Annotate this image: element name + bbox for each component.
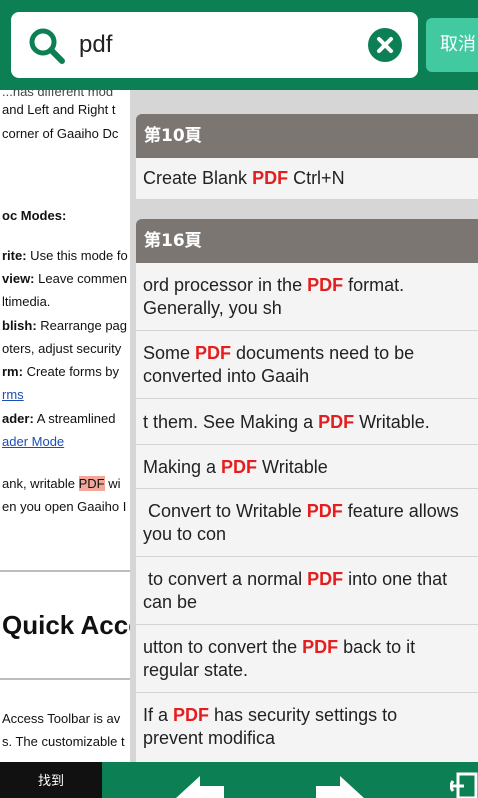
doc-text: Create forms by [22, 364, 120, 379]
result-text: Ctrl+N [288, 168, 345, 188]
result-text: utton to convert the [143, 637, 303, 657]
search-results-panel[interactable]: 第10頁 Create Blank PDF Ctrl+N 第16頁 ord pr… [130, 90, 478, 762]
doc-divider [0, 678, 130, 680]
doc-link[interactable]: rms [2, 387, 24, 402]
result-item[interactable]: Some PDF documents need to be converted … [136, 331, 478, 399]
clear-icon [377, 37, 393, 53]
doc-line: corner of Gaaiho Dc [2, 126, 119, 141]
result-hit: PDF [302, 637, 339, 657]
result-item[interactable]: ord processor in the PDF format. General… [136, 263, 478, 331]
result-group-header[interactable]: 第10頁 [136, 114, 478, 158]
doc-label: ader: [2, 411, 34, 426]
doc-line: Access Toolbar is av [2, 711, 121, 726]
bottom-toolbar: 找到 [0, 762, 478, 798]
doc-divider [0, 570, 130, 572]
document-view: ...has different mod and Left and Right … [0, 90, 130, 762]
exit-icon[interactable] [450, 772, 478, 798]
result-item[interactable]: Making a PDF Writable [136, 445, 478, 489]
result-text: ord processor in the [143, 275, 308, 295]
doc-link[interactable]: ader Mode [2, 434, 64, 449]
doc-line: ader: A streamlined [2, 411, 115, 426]
result-text: Some [143, 343, 196, 363]
doc-line: blish: Rearrange pag [2, 318, 127, 333]
doc-label: rite: [2, 248, 27, 263]
doc-line: oters, adjust security [2, 341, 122, 356]
doc-line: en you open Gaaiho I [2, 499, 127, 514]
doc-text: Leave commen [34, 271, 128, 286]
search-icon [29, 28, 65, 64]
doc-text: wi [104, 476, 121, 491]
result-item[interactable]: t them. See Making a PDF Writable. [136, 399, 478, 445]
doc-label: blish: [2, 318, 37, 333]
arrow-left-icon[interactable] [176, 776, 224, 798]
doc-line: ank, writable PDF wi [2, 476, 120, 491]
result-hit: PDF [252, 168, 289, 188]
result-hit: PDF [221, 457, 258, 477]
result-text: Writable [257, 457, 328, 477]
result-group-label: 第16頁 [144, 231, 202, 251]
doc-line: ltimedia. [2, 294, 51, 309]
result-item[interactable]: utton to convert the PDF back to it regu… [136, 625, 478, 693]
result-text: to convert a normal [143, 569, 308, 589]
result-text: Writable. [354, 412, 430, 432]
doc-line: rm: Create forms by [2, 364, 119, 379]
doc-label: view: [2, 271, 35, 286]
doc-line: s. The customizable t [2, 734, 125, 749]
doc-line: and Left and Right t [2, 102, 116, 117]
doc-line: ...has different mod [2, 90, 114, 99]
result-text: Convert to Writable [143, 501, 307, 521]
result-text: t them. See Making a [143, 412, 319, 432]
doc-line: oc Modes: [2, 208, 67, 223]
doc-text: A streamlined [33, 411, 116, 426]
search-query[interactable]: pdf [79, 12, 112, 78]
clear-search-button[interactable] [368, 28, 402, 62]
result-text: If a [143, 705, 174, 725]
doc-text: ank, writable [2, 476, 79, 491]
result-text: Making a [143, 457, 222, 477]
find-tab[interactable]: 找到 [0, 762, 102, 798]
doc-highlight: PDF [78, 476, 105, 491]
result-hit: PDF [307, 275, 344, 295]
doc-line: rite: Use this mode fo [2, 248, 128, 263]
result-hit: PDF [173, 705, 210, 725]
doc-label: rm: [2, 364, 23, 379]
search-toolbar: pdf 取消 [0, 0, 478, 90]
result-item[interactable]: to convert a normal PDF into one that ca… [136, 557, 478, 625]
result-item[interactable]: Create Blank PDF Ctrl+N [136, 158, 478, 200]
result-hit: PDF [318, 412, 355, 432]
doc-text: Rearrange pag [36, 318, 128, 333]
result-hit: PDF [306, 501, 343, 521]
result-hit: PDF [195, 343, 232, 363]
result-group-header[interactable]: 第16頁 [136, 219, 478, 263]
doc-text: Use this mode fo [26, 248, 128, 263]
doc-heading: Quick Acce [2, 610, 130, 640]
result-text: Create Blank [143, 168, 253, 188]
doc-line: view: Leave commen [2, 271, 127, 286]
search-input[interactable]: pdf [11, 12, 418, 78]
arrow-right-icon[interactable] [316, 776, 364, 798]
result-hit: PDF [307, 569, 344, 589]
result-item[interactable]: If a PDF has security settings to preven… [136, 693, 478, 762]
result-item[interactable]: Convert to Writable PDF feature allows y… [136, 489, 478, 557]
cancel-button[interactable]: 取消 [426, 18, 478, 72]
